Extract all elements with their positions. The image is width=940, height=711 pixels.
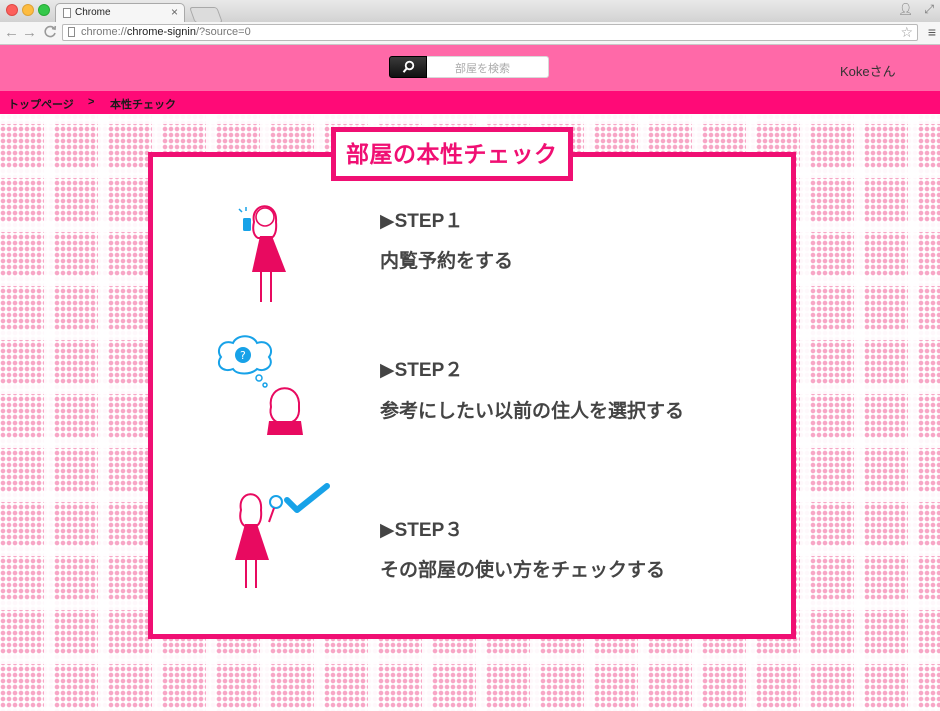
girl-phone-icon bbox=[238, 205, 286, 302]
step-2-text: 参考にしたい以前の住人を選択する bbox=[380, 401, 685, 422]
reload-button[interactable] bbox=[44, 24, 57, 42]
breadcrumb-separator: > bbox=[88, 96, 95, 108]
browser-toolbar: ← → chrome://chrome-signin/?source=0 ☆ ≡ bbox=[0, 22, 940, 45]
breadcrumb: トップページ > 本性チェック bbox=[0, 91, 940, 114]
search-button[interactable] bbox=[389, 56, 427, 78]
breadcrumb-home-link[interactable]: トップページ bbox=[8, 96, 74, 112]
search-icon bbox=[402, 60, 415, 73]
browser-tab[interactable]: Chrome × bbox=[55, 3, 185, 22]
step-3-heading: ▶STEP３ bbox=[380, 520, 464, 541]
svg-text:?: ? bbox=[240, 349, 246, 362]
step-2-heading: ▶STEP２ bbox=[380, 360, 464, 381]
back-button[interactable]: ← bbox=[4, 24, 19, 42]
step-3-text: その部屋の使い方をチェックする bbox=[380, 560, 666, 581]
reload-icon bbox=[44, 25, 57, 38]
tab-title: Chrome bbox=[75, 7, 111, 18]
profile-icon[interactable]: 👤︎ bbox=[898, 2, 913, 16]
menu-icon[interactable]: ≡ bbox=[928, 24, 936, 40]
page-title: 部屋の本性チェック bbox=[331, 127, 573, 181]
url-text[interactable]: chrome://chrome-signin/?source=0 bbox=[81, 26, 251, 38]
girl-thinking-icon: ? bbox=[217, 335, 303, 435]
site-header: 部屋を検索 Kokeさん bbox=[0, 45, 940, 91]
new-tab-button[interactable] bbox=[189, 7, 223, 23]
step-1-text: 内覧予約をする bbox=[380, 251, 514, 272]
browser-titlebar: Chrome × 👤︎ ⤢ bbox=[0, 0, 940, 23]
step-1-heading: ▶STEP１ bbox=[380, 211, 464, 232]
fullscreen-icon[interactable]: ⤢ bbox=[924, 2, 934, 16]
tab-close-icon[interactable]: × bbox=[171, 5, 178, 19]
address-bar[interactable]: chrome://chrome-signin/?source=0 ☆ bbox=[62, 24, 918, 41]
page-icon bbox=[68, 27, 75, 37]
bookmark-star-icon[interactable]: ☆ bbox=[900, 24, 913, 41]
window-minimize-button[interactable] bbox=[22, 4, 34, 16]
window-icons: 👤︎ ⤢ bbox=[890, 2, 934, 17]
girl-magnifier-check-icon bbox=[235, 483, 330, 588]
forward-button[interactable]: → bbox=[22, 24, 37, 42]
page-icon bbox=[63, 8, 71, 18]
breadcrumb-current: 本性チェック bbox=[110, 99, 176, 111]
window-maximize-button[interactable] bbox=[38, 4, 50, 16]
search-input[interactable]: 部屋を検索 bbox=[427, 56, 549, 78]
window-close-button[interactable] bbox=[6, 4, 18, 16]
user-name[interactable]: Kokeさん bbox=[840, 61, 896, 80]
